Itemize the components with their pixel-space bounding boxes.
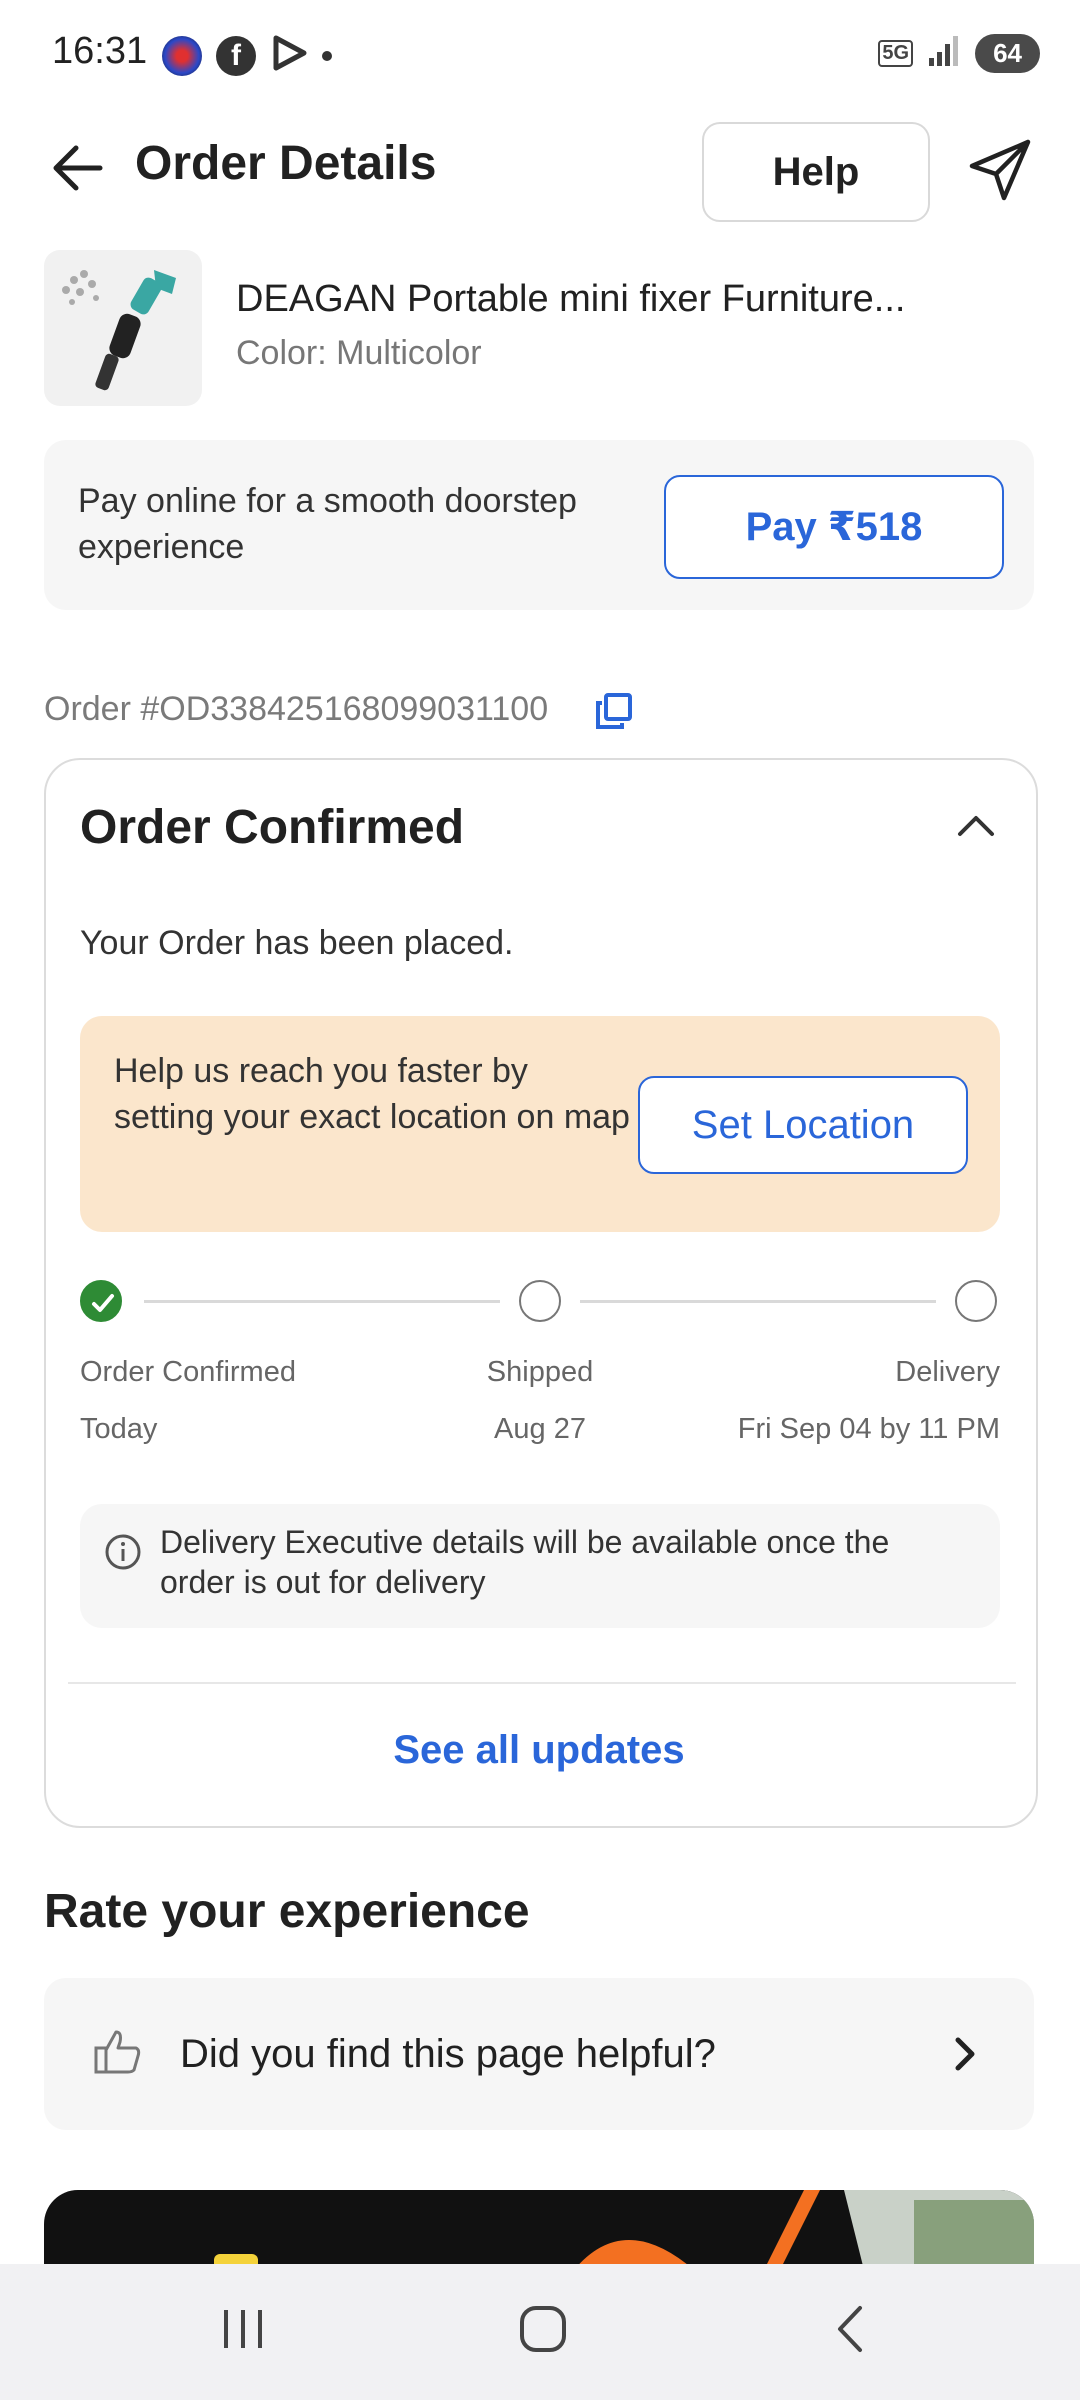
product-image[interactable] xyxy=(44,250,202,406)
system-icons: 5G 64 xyxy=(878,34,1040,73)
timeline-label: Delivery xyxy=(895,1356,1000,1388)
delivery-info-text: Delivery Executive details will be avail… xyxy=(160,1524,890,1600)
timeline-label: Order Confirmed xyxy=(80,1356,296,1388)
timeline-dot-delivery xyxy=(955,1280,997,1322)
timeline-line xyxy=(580,1300,936,1303)
product-color: Color: Multicolor xyxy=(236,334,482,372)
timeline-line xyxy=(144,1300,500,1303)
pay-button[interactable]: Pay ₹518 xyxy=(664,475,1004,579)
timeline-date: Today xyxy=(80,1413,158,1445)
rate-section-title: Rate your experience xyxy=(44,1885,530,1938)
recent-apps-icon[interactable] xyxy=(218,2304,268,2359)
notification-icons: f xyxy=(162,34,332,77)
play-icon xyxy=(270,34,308,77)
timeline-dot-shipped xyxy=(519,1280,561,1322)
timeline-date: Fri Sep 04 by 11 PM xyxy=(737,1413,1000,1445)
more-notifications-icon xyxy=(322,50,332,61)
network-label: 5G xyxy=(878,40,914,67)
timeline-date: Aug 27 xyxy=(494,1413,586,1445)
page-title: Order Details xyxy=(135,137,437,190)
facebook-icon: f xyxy=(216,35,256,76)
see-all-updates-link[interactable]: See all updates xyxy=(44,1728,1034,1773)
signal-icon xyxy=(927,34,961,73)
promo-banner[interactable] xyxy=(44,2190,1034,2270)
chevron-right-icon xyxy=(950,2036,978,2072)
status-subtitle: Your Order has been placed. xyxy=(80,924,514,962)
pay-online-message: Pay online for a smooth doorstep experie… xyxy=(78,482,577,566)
status-time: 16:31 xyxy=(52,30,148,72)
app-notification-icon xyxy=(162,35,202,76)
product-name[interactable]: DEAGAN Portable mini fixer Furniture... xyxy=(236,278,905,321)
helpful-question: Did you find this page helpful? xyxy=(180,2032,716,2076)
share-icon[interactable] xyxy=(964,134,1036,206)
check-icon xyxy=(92,1294,114,1312)
divider xyxy=(68,1682,1016,1684)
copy-icon[interactable] xyxy=(596,693,632,729)
timeline-label: Shipped xyxy=(486,1356,594,1388)
chevron-up-icon[interactable] xyxy=(956,810,996,840)
home-icon[interactable] xyxy=(518,2304,568,2359)
set-location-button[interactable]: Set Location xyxy=(638,1076,968,1174)
back-arrow-icon[interactable] xyxy=(44,138,114,198)
order-id: Order #OD338425168099031100 xyxy=(44,690,549,728)
back-icon[interactable] xyxy=(826,2304,876,2359)
help-button[interactable]: Help xyxy=(702,122,930,222)
status-title: Order Confirmed xyxy=(80,801,465,854)
location-prompt-text: Help us reach you faster by setting your… xyxy=(114,1052,630,1136)
info-icon xyxy=(104,1533,142,1571)
timeline-dot-confirmed xyxy=(80,1280,122,1322)
thumbs-up-icon xyxy=(92,2026,144,2078)
battery-indicator: 64 xyxy=(975,34,1040,73)
